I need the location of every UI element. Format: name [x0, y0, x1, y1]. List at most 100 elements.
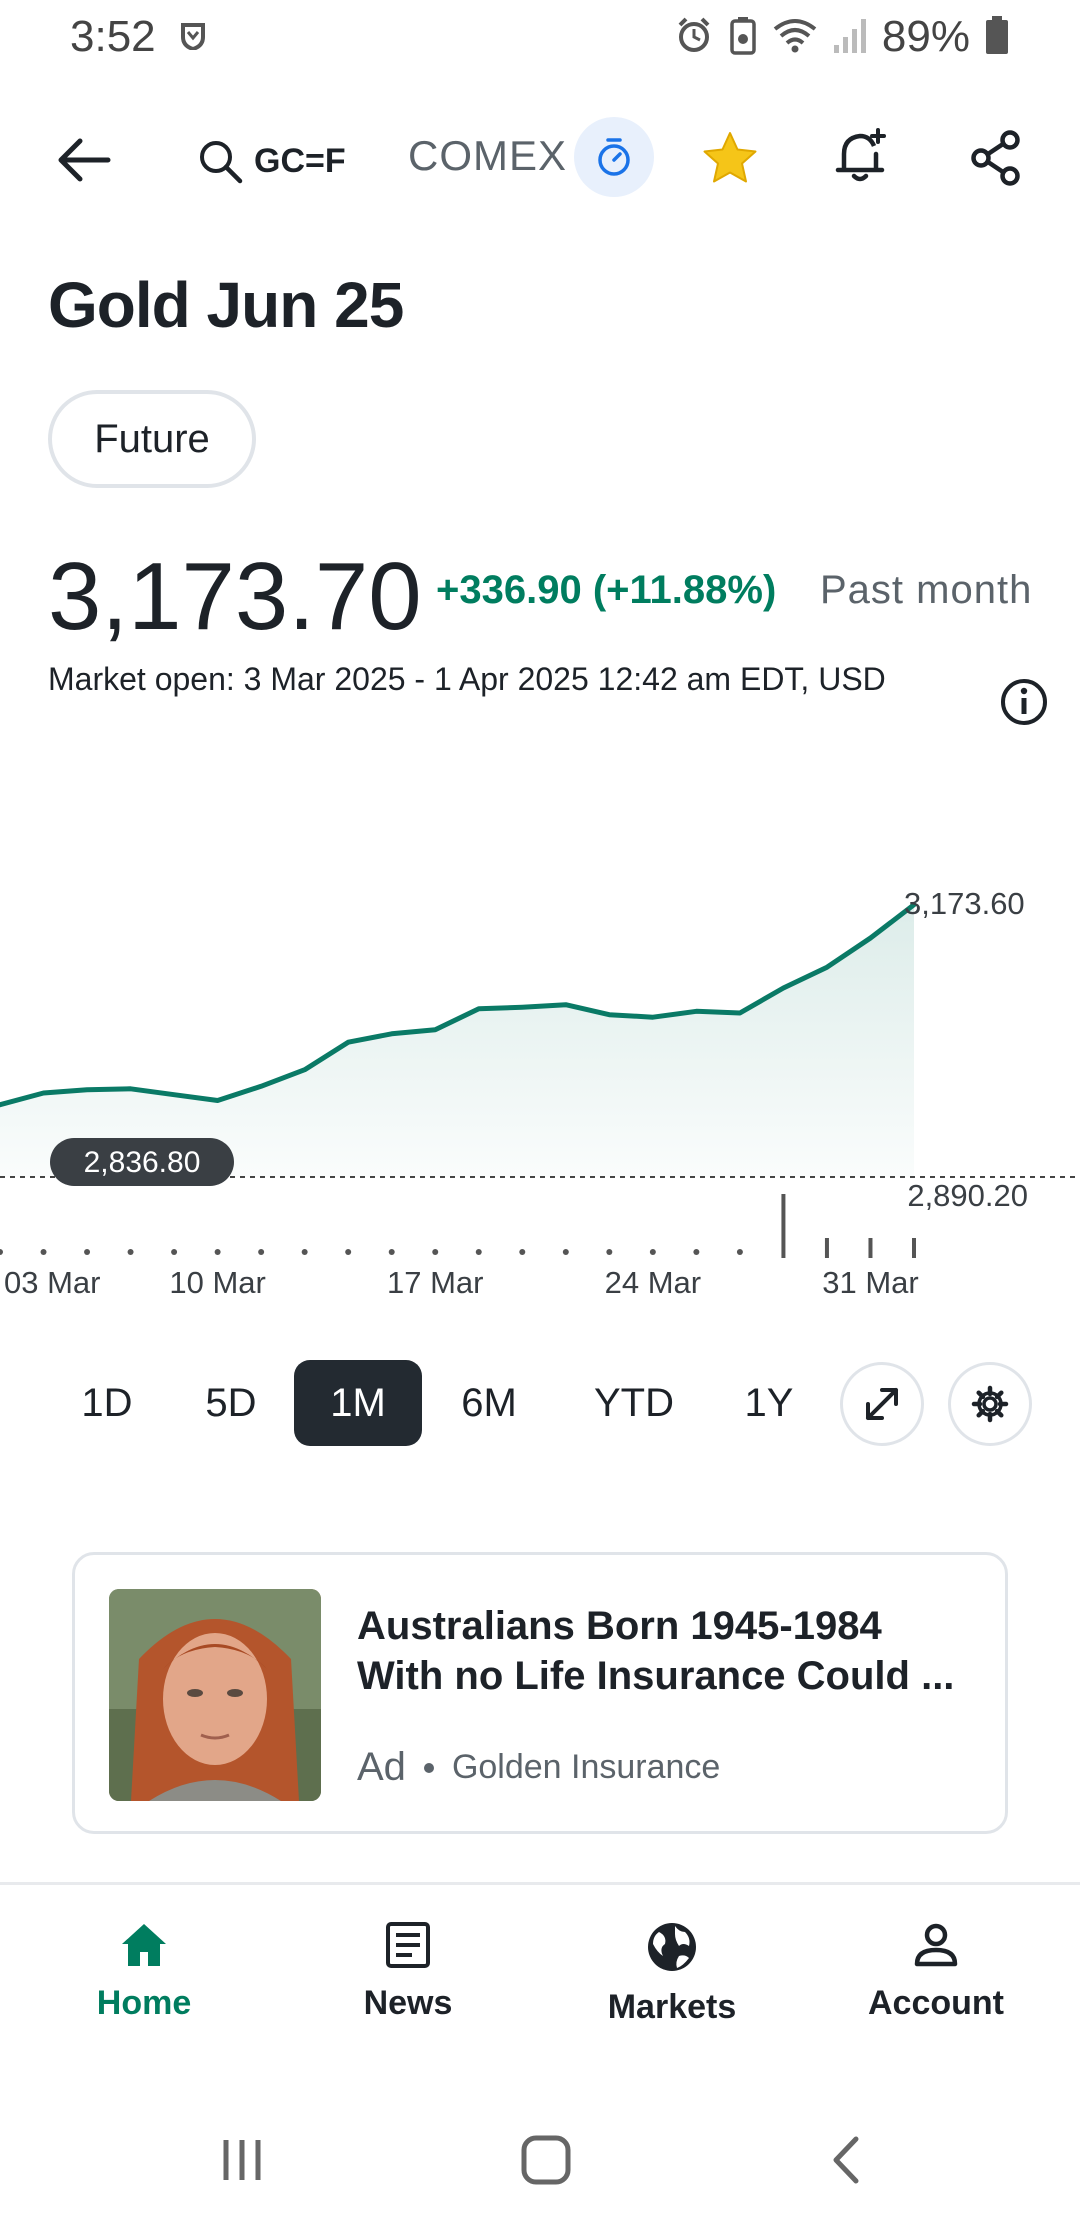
- home-button[interactable]: [506, 2130, 586, 2190]
- expand-icon: [866, 1388, 898, 1420]
- x-tick-dot: [127, 1249, 134, 1255]
- shield-icon: [180, 22, 206, 55]
- separator-dot: [423, 1762, 434, 1773]
- system-back-button[interactable]: [806, 2130, 886, 2190]
- x-tick-dot: [258, 1249, 265, 1255]
- share-icon: [971, 130, 1020, 186]
- x-tick-dot: [475, 1249, 482, 1255]
- battery-icon: [984, 15, 1010, 60]
- nav-home-label: Home: [96, 1984, 192, 2022]
- ad-card[interactable]: Australians Born 1945-1984 With no Life …: [72, 1552, 1008, 1834]
- x-tick-dot: [388, 1249, 395, 1255]
- x-tick-dot: [171, 1249, 178, 1255]
- x-tick-label: 31 Mar: [822, 1265, 918, 1300]
- bottom-nav-divider: [0, 1882, 1080, 1885]
- page-title: Gold Jun 25: [48, 269, 404, 341]
- range-6m[interactable]: 6M: [444, 1360, 534, 1446]
- ad-sponsor: Golden Insurance: [451, 1748, 721, 1786]
- status-time: 3:52: [70, 12, 156, 61]
- info-button[interactable]: [998, 676, 1050, 728]
- timer-icon: [598, 138, 630, 176]
- wifi-icon: [772, 15, 818, 60]
- x-tick-dot: [84, 1249, 91, 1255]
- x-tick-dot: [0, 1249, 3, 1255]
- home-square-icon: [521, 2135, 571, 2185]
- start-value-pill: 2,836.80: [50, 1138, 234, 1186]
- x-tick-dot: [562, 1249, 569, 1255]
- x-tick-dot: [40, 1249, 47, 1255]
- x-tick-label: 24 Mar: [605, 1265, 701, 1300]
- range-scroll-fade: [790, 1360, 820, 1446]
- range-ytd[interactable]: YTD: [574, 1360, 694, 1446]
- x-tick-label: 03 Mar: [4, 1265, 100, 1300]
- x-tick-dot: [606, 1249, 613, 1255]
- ad-image: [109, 1589, 321, 1801]
- exchange-label: COMEX: [408, 132, 568, 179]
- asset-type-chip[interactable]: Future: [48, 390, 256, 488]
- news-icon: [386, 1922, 430, 1968]
- star-icon: [703, 132, 757, 183]
- bell-plus-icon: [835, 128, 886, 182]
- x-tick-dot: [649, 1249, 656, 1255]
- end-value-label: 3,173.60: [904, 886, 1025, 921]
- price-change: +336.90 (+11.88%): [436, 568, 777, 612]
- status-bar: 3:52 89%: [0, 0, 1080, 80]
- x-tick-label: 10 Mar: [169, 1265, 265, 1300]
- share-button[interactable]: [956, 118, 1036, 198]
- range-1d[interactable]: 1D: [62, 1360, 152, 1446]
- add-alert-button[interactable]: [822, 116, 902, 196]
- range-1m[interactable]: 1M: [294, 1360, 422, 1446]
- search-icon: [200, 141, 243, 184]
- nav-home[interactable]: Home: [34, 1920, 254, 2040]
- nav-markets-label: Markets: [607, 1988, 737, 2026]
- x-tick-dot: [432, 1249, 439, 1255]
- fullscreen-button[interactable]: [840, 1362, 924, 1446]
- portrait-image: [109, 1589, 321, 1801]
- system-nav-bar: [0, 2110, 1080, 2220]
- search-button[interactable]: GC=F: [196, 126, 346, 196]
- x-tick-dot: [519, 1249, 526, 1255]
- gear-icon: [971, 1385, 1009, 1423]
- x-axis-ticks: 03 Mar 10 Mar 17 Mar 24 Mar 31 Mar: [0, 1194, 919, 1300]
- chart-settings-button[interactable]: [948, 1362, 1032, 1446]
- x-tick-dot: [736, 1249, 743, 1255]
- x-tick-dot: [693, 1249, 700, 1255]
- nav-markets[interactable]: Markets: [562, 1920, 782, 2040]
- price-chart[interactable]: 03 Mar 10 Mar 17 Mar 24 Mar 31 Mar 2,836.80 …: [0, 860, 1080, 1300]
- quote-header: GC=F COMEX: [0, 110, 1080, 200]
- x-tick-dot: [301, 1249, 308, 1255]
- current-price: 3,173.70: [48, 543, 422, 650]
- watchlist-star-button[interactable]: [690, 118, 770, 198]
- nav-news-label: News: [363, 1984, 453, 2022]
- nav-account-label: Account: [868, 1984, 1004, 2022]
- range-selector: 1D 5D 1M 6M YTD 1Y: [0, 1360, 1080, 1446]
- signal-icon: [832, 15, 868, 60]
- range-5d[interactable]: 5D: [186, 1360, 276, 1446]
- bottom-nav: Home News Markets Account: [0, 1890, 1080, 2070]
- ad-meta: Ad Golden Insurance: [357, 1745, 720, 1790]
- globe-icon: [648, 1923, 696, 1971]
- home-icon: [122, 1924, 166, 1966]
- price-area: [0, 904, 914, 1177]
- start-value-label: 2,836.80: [84, 1146, 201, 1179]
- market-status: Market open: 3 Mar 2025 - 1 Apr 2025 12:…: [48, 661, 886, 697]
- nav-news[interactable]: News: [298, 1920, 518, 2040]
- battery-percent: 89%: [881, 12, 970, 61]
- x-tick-dot: [345, 1249, 352, 1255]
- change-period: Past month: [820, 568, 1033, 612]
- info-icon: [1001, 679, 1047, 725]
- nav-account[interactable]: Account: [826, 1920, 1046, 2040]
- ad-label: Ad: [357, 1745, 406, 1789]
- market-hours-button[interactable]: [574, 117, 654, 197]
- ad-title[interactable]: Australians Born 1945-1984 With no Life …: [357, 1601, 977, 1701]
- chevron-left-icon: [833, 2136, 859, 2184]
- back-button[interactable]: [44, 120, 124, 200]
- ticker-symbol: GC=F: [254, 141, 346, 180]
- recents-icon: [223, 2140, 261, 2180]
- alarm-icon: [674, 15, 714, 60]
- recents-button[interactable]: [202, 2130, 282, 2190]
- x-tick-label: 17 Mar: [387, 1265, 483, 1300]
- price-chart-svg: 03 Mar 10 Mar 17 Mar 24 Mar 31 Mar 2,836.80 …: [0, 886, 1080, 1300]
- previous-close-label: 2,890.20: [907, 1178, 1028, 1213]
- person-icon: [914, 1923, 958, 1967]
